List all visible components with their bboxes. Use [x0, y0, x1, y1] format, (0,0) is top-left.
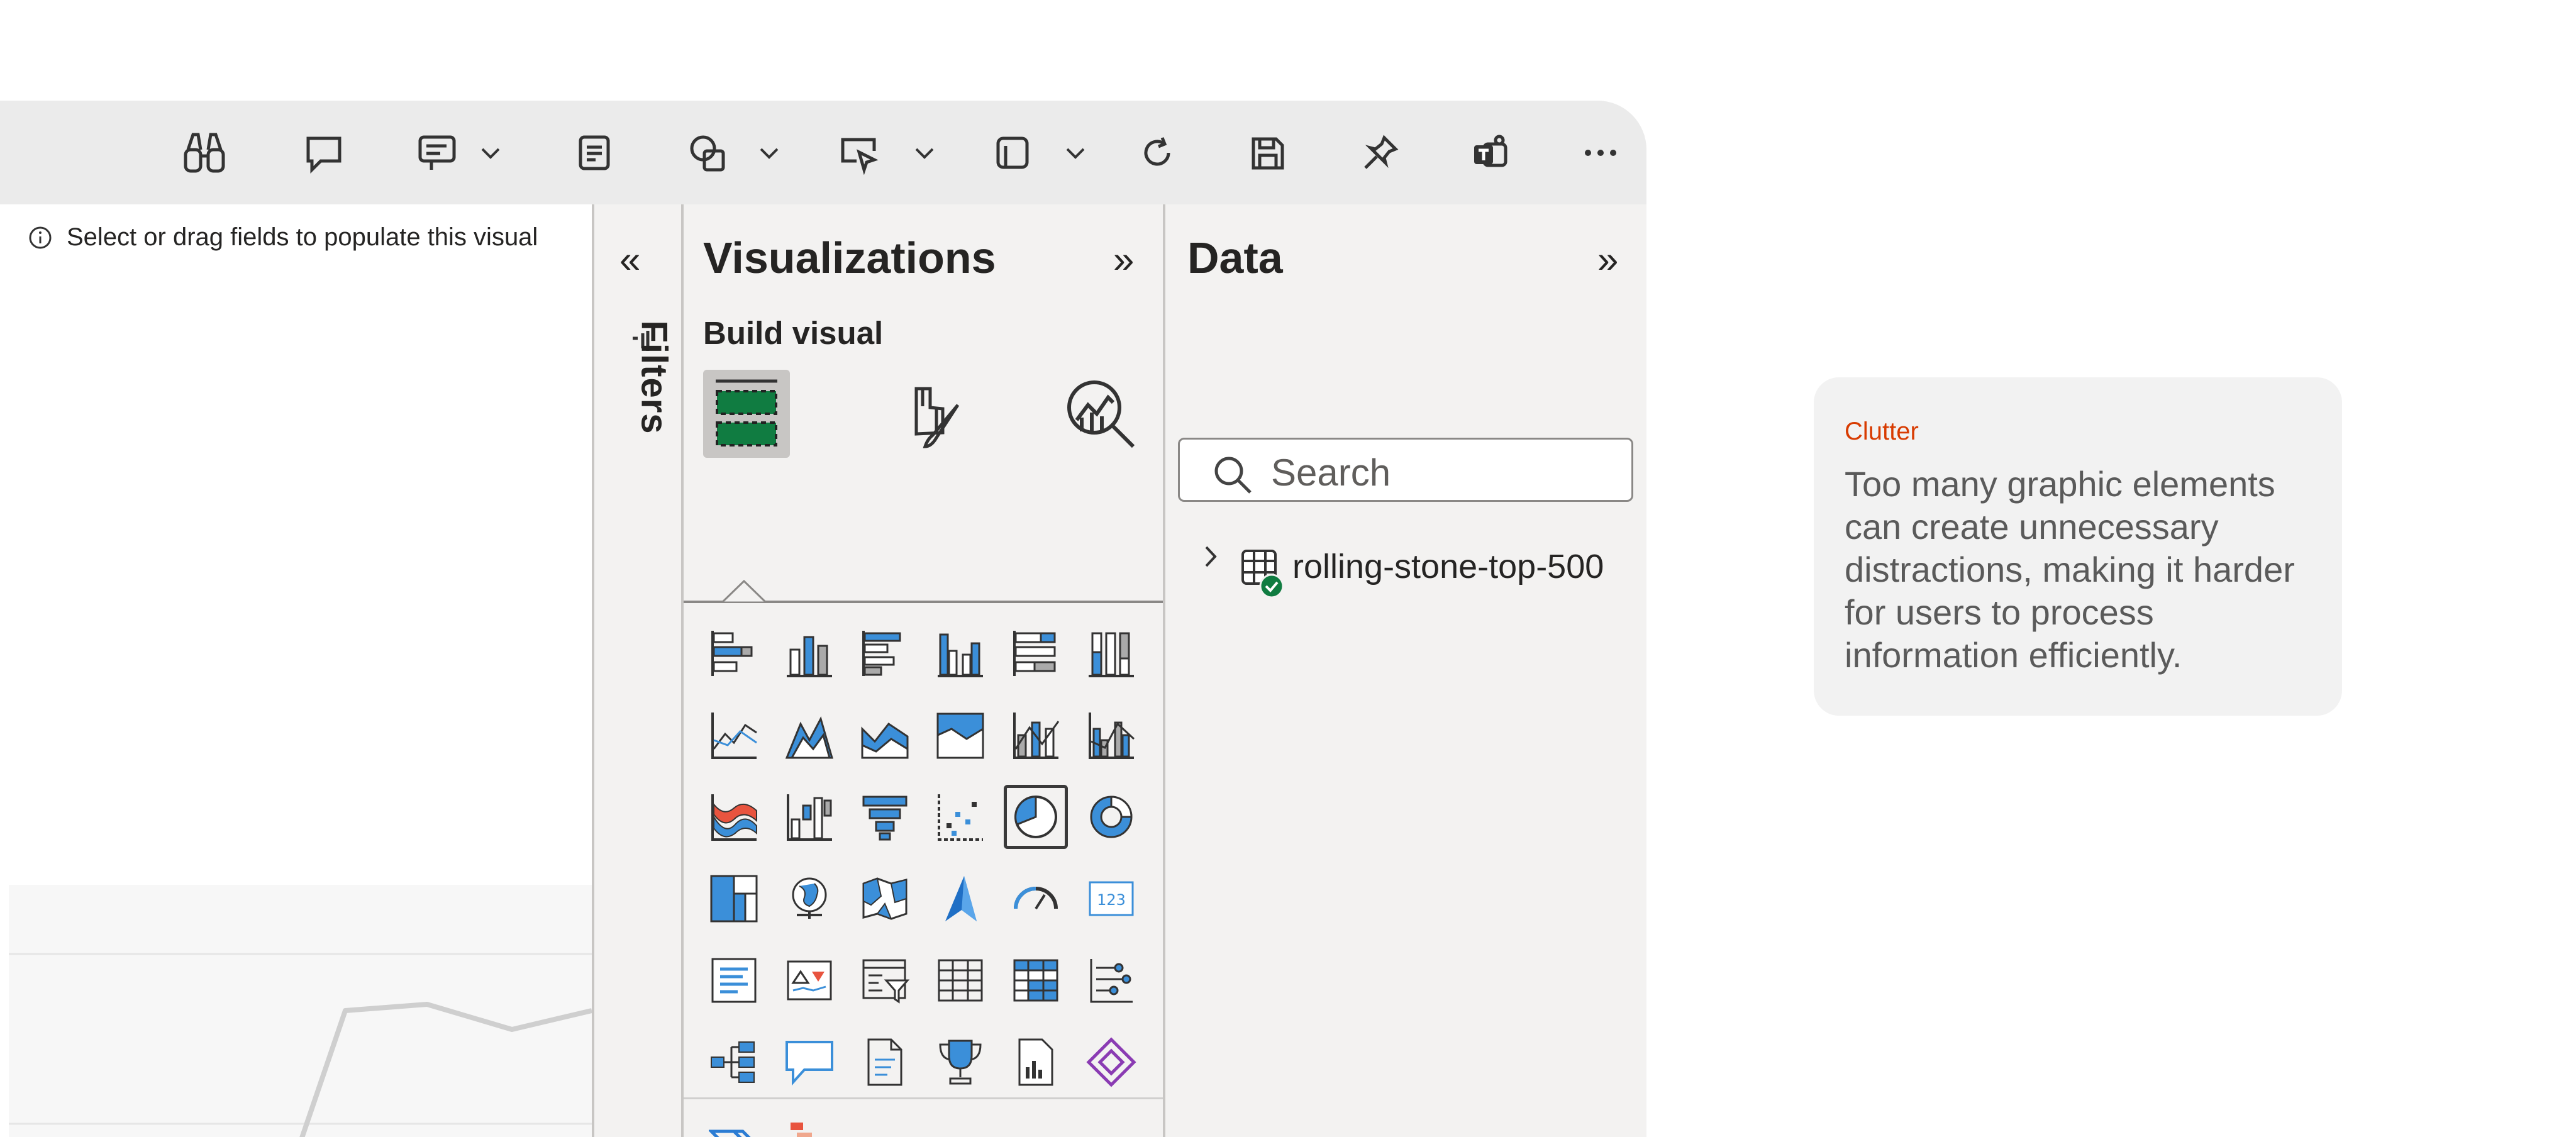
more-visuals-button[interactable]: ··· — [854, 1113, 916, 1137]
line-chart-icon[interactable] — [703, 704, 765, 766]
gauge-icon[interactable] — [1005, 868, 1067, 929]
smart-narrative-visual-icon[interactable] — [854, 1031, 916, 1093]
power-bi-window: Select or drag fields to populate this v… — [0, 101, 1646, 1137]
empty-visual-hint-text: Select or drag fields to populate this v… — [67, 223, 538, 251]
card-icon[interactable]: 123 — [1080, 868, 1142, 929]
ribbon-chart-icon[interactable] — [703, 786, 765, 848]
search-icon — [1214, 457, 1252, 494]
100-stacked-bar-chart-icon[interactable] — [1005, 623, 1067, 684]
teams-icon[interactable] — [1456, 101, 1525, 204]
data-search-box[interactable]: Search — [1178, 438, 1633, 502]
refresh-icon[interactable] — [1123, 101, 1192, 204]
100-stacked-column-chart-icon[interactable] — [1080, 623, 1142, 684]
map-globe-icon[interactable] — [779, 868, 840, 929]
search-placeholder[interactable]: Search — [1271, 451, 1391, 494]
button-icon[interactable] — [824, 101, 893, 204]
funnel-chart-icon[interactable] — [854, 786, 916, 848]
donut-chart-icon[interactable] — [1080, 786, 1142, 848]
data-pane — [1165, 204, 1646, 1137]
viz-section-divider — [684, 1097, 1163, 1099]
table-expand-chevron-icon[interactable] — [1201, 541, 1220, 575]
visualizations-title: Visualizations — [703, 233, 996, 282]
build-visual-icon — [716, 379, 777, 446]
info-icon — [29, 226, 52, 248]
stacked-area-chart-icon[interactable] — [854, 704, 916, 766]
report-canvas[interactable]: Select or drag fields to populate this v… — [0, 204, 592, 1137]
area-chart-icon[interactable] — [779, 704, 840, 766]
qa-speech-bubble-icon[interactable] — [779, 1031, 840, 1093]
build-visual-label: Build visual — [703, 315, 884, 351]
chevron-down-icon[interactable] — [1060, 101, 1091, 204]
line-and-stacked-column-chart-icon[interactable] — [1005, 704, 1067, 766]
chevron-down-icon[interactable] — [909, 101, 940, 204]
visualizations-expand-button[interactable]: » — [1113, 238, 1134, 281]
stacked-column-chart-icon[interactable] — [779, 623, 840, 684]
analytics-magnifier-icon — [1067, 380, 1135, 448]
save-icon[interactable] — [1233, 101, 1302, 204]
comment-icon[interactable] — [289, 101, 358, 204]
smart-narrative-icon[interactable] — [402, 101, 472, 204]
metrics-trophy-icon[interactable] — [930, 1031, 991, 1093]
clustered-column-chart-icon[interactable] — [930, 623, 991, 684]
100-stacked-area-chart-icon[interactable] — [930, 704, 991, 766]
data-expand-button[interactable]: » — [1597, 238, 1618, 281]
data-title: Data — [1187, 233, 1283, 282]
matrix-icon[interactable] — [1005, 950, 1067, 1011]
more-icon[interactable] — [1566, 101, 1635, 204]
binoculars-icon[interactable] — [170, 101, 239, 204]
toolbar — [0, 101, 1646, 204]
treemap-icon[interactable] — [703, 868, 765, 929]
table-icon-with-check — [1240, 548, 1284, 602]
waterfall-chart-icon[interactable] — [779, 786, 840, 848]
page-icon[interactable] — [978, 101, 1047, 204]
callout-heading: Clutter — [1845, 418, 1919, 445]
pie-chart-icon[interactable] — [1004, 785, 1068, 849]
filters-label[interactable]: Filters — [633, 320, 675, 434]
format-visual-tab[interactable] — [888, 370, 976, 458]
scatter-chart-icon[interactable] — [930, 786, 991, 848]
shapes-icon[interactable] — [673, 101, 742, 204]
azure-map-icon[interactable] — [930, 868, 991, 929]
power-automate-icon[interactable] — [703, 1113, 765, 1137]
table-name[interactable]: rolling-stone-top-500 — [1292, 547, 1604, 586]
clustered-bar-chart-icon[interactable] — [854, 623, 916, 684]
filters-collapse-button[interactable]: « — [619, 238, 640, 281]
power-apps-icon[interactable] — [1080, 1031, 1142, 1093]
table-icon[interactable] — [930, 950, 991, 1011]
selected-tab-caret — [722, 580, 766, 602]
pin-icon[interactable] — [1346, 101, 1415, 204]
key-influencers-icon[interactable] — [1080, 950, 1142, 1011]
decomposition-tree-icon[interactable] — [703, 1031, 765, 1093]
empty-visual-hint: Select or drag fields to populate this v… — [28, 223, 538, 252]
filled-map-icon[interactable] — [854, 868, 916, 929]
clutter-callout: Clutter Too many graphic elements can cr… — [1814, 377, 2342, 716]
custom-visual-icon[interactable] — [779, 1113, 840, 1137]
notes-icon[interactable] — [560, 101, 629, 204]
analytics-tab[interactable] — [1057, 370, 1145, 458]
chevron-down-icon[interactable] — [753, 101, 785, 204]
stacked-bar-chart-icon[interactable] — [703, 623, 765, 684]
svg-text:123: 123 — [1097, 891, 1126, 909]
paginated-report-icon[interactable] — [1005, 1031, 1067, 1093]
placeholder-line-chart — [9, 953, 592, 1137]
multi-row-card-icon[interactable] — [703, 950, 765, 1011]
kpi-icon[interactable] — [779, 950, 840, 1011]
format-paintbrush-icon — [914, 387, 960, 448]
slicer-icon[interactable] — [854, 950, 916, 1011]
callout-body: Too many graphic elements can create unn… — [1845, 464, 2295, 675]
chevron-down-icon[interactable] — [475, 101, 506, 204]
build-visual-tab[interactable] — [703, 370, 790, 458]
line-and-clustered-column-chart-icon[interactable] — [1080, 704, 1142, 766]
placeholder-visual[interactable] — [9, 885, 592, 1137]
